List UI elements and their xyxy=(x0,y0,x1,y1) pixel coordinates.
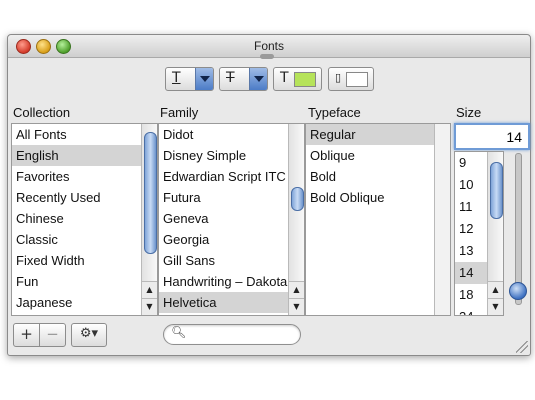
size-list[interactable]: 910111213141824 ▲ ▼ xyxy=(454,151,504,316)
window-title: Fonts xyxy=(253,39,284,53)
family-item[interactable]: Geneva xyxy=(159,208,304,229)
family-list[interactable]: Didot Disney Simple Edwardian Script ITC Fu… xyxy=(158,123,305,316)
scroll-down-icon[interactable]: ▼ xyxy=(488,298,503,315)
collection-item[interactable]: Fixed Width xyxy=(12,250,157,271)
collection-list[interactable]: All Fonts English Favorites Recently Used Ch… xyxy=(11,123,158,316)
collection-item[interactable]: Japanese xyxy=(12,292,157,313)
typeface-item[interactable]: Regular xyxy=(306,124,450,145)
document-color-button[interactable]: ▯ xyxy=(328,67,374,91)
underline-button[interactable]: T xyxy=(165,67,214,91)
collection-header: Collection xyxy=(13,105,71,120)
underline-icon: T xyxy=(172,70,181,86)
family-item[interactable]: Helvetica xyxy=(159,292,304,313)
family-item[interactable]: Didot xyxy=(159,124,304,145)
typeface-item[interactable]: Bold xyxy=(306,166,450,187)
family-item[interactable]: Handwriting – Dakota xyxy=(159,271,304,292)
document-color-swatch xyxy=(346,72,368,87)
size-slider-knob[interactable] xyxy=(509,282,527,300)
collection-item[interactable]: Favorites xyxy=(12,166,157,187)
typeface-item[interactable]: Bold Oblique xyxy=(306,187,450,208)
chevron-down-icon xyxy=(195,68,213,90)
search-icon: 🔍︎ xyxy=(171,325,187,339)
add-collection-button[interactable]: + xyxy=(13,323,40,347)
collection-item[interactable]: Chinese xyxy=(12,208,157,229)
resize-grip[interactable] xyxy=(516,341,528,353)
family-item[interactable]: Edwardian Script ITC xyxy=(159,166,304,187)
strikethrough-button[interactable]: T xyxy=(219,67,268,91)
text-color-button[interactable]: T xyxy=(273,67,322,91)
size-input[interactable] xyxy=(456,125,526,148)
family-item[interactable]: Gill Sans xyxy=(159,250,304,271)
strikethrough-icon: T xyxy=(226,70,235,86)
typeface-header: Typeface xyxy=(308,105,361,120)
family-scrollbar[interactable]: ▲ ▼ xyxy=(288,124,304,315)
scroll-up-icon[interactable]: ▲ xyxy=(289,281,304,298)
scroll-down-icon[interactable]: ▼ xyxy=(289,298,304,315)
family-item[interactable]: Disney Simple xyxy=(159,145,304,166)
size-field[interactable] xyxy=(454,123,530,150)
family-item[interactable]: Georgia xyxy=(159,229,304,250)
scroll-thumb[interactable] xyxy=(490,162,503,219)
collection-item[interactable]: All Fonts xyxy=(12,124,157,145)
document-icon: ▯ xyxy=(335,71,342,84)
scroll-thumb[interactable] xyxy=(144,132,157,254)
size-scrollbar[interactable]: ▲ ▼ xyxy=(487,152,503,315)
typeface-item[interactable]: Oblique xyxy=(306,145,450,166)
scroll-up-icon[interactable]: ▲ xyxy=(142,281,157,298)
chevron-down-icon xyxy=(249,68,267,90)
collection-scrollbar[interactable]: ▲ ▼ xyxy=(141,124,157,315)
collection-item[interactable]: Classic xyxy=(12,229,157,250)
search-input[interactable] xyxy=(186,326,295,343)
size-header: Size xyxy=(456,105,482,120)
text-color-swatch xyxy=(294,72,316,87)
family-item[interactable]: Futura xyxy=(159,187,304,208)
fonts-window: Fonts T T T ▯ Collection Family Typeface… xyxy=(7,34,531,356)
collection-item[interactable]: Fun xyxy=(12,271,157,292)
scroll-down-icon[interactable]: ▼ xyxy=(142,298,157,315)
typeface-list[interactable]: Regular Oblique Bold Bold Oblique xyxy=(305,123,451,316)
scroll-up-icon[interactable]: ▲ xyxy=(488,281,503,298)
text-color-icon: T xyxy=(280,70,289,86)
family-header: Family xyxy=(160,105,199,120)
scroll-thumb[interactable] xyxy=(291,187,304,211)
typeface-scrollbar xyxy=(434,124,450,315)
collection-item[interactable]: Recently Used xyxy=(12,187,157,208)
toolbar-toggle-button[interactable] xyxy=(260,54,274,59)
action-menu-button[interactable]: ⚙▾ xyxy=(71,323,107,347)
remove-collection-button[interactable]: − xyxy=(39,323,66,347)
collection-item[interactable]: English xyxy=(12,145,157,166)
search-field[interactable]: 🔍︎ xyxy=(163,324,301,345)
